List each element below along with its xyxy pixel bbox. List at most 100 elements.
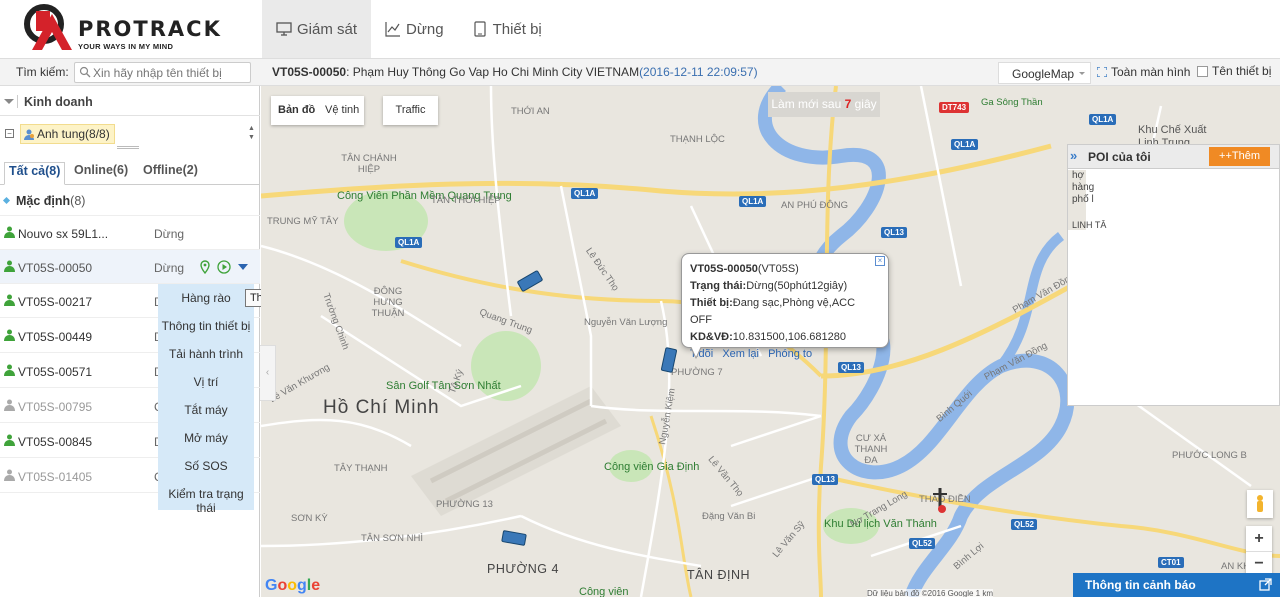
vehicle-status: Dừng <box>154 227 185 241</box>
brand-tagline: YOUR WAYS IN MY MIND <box>78 42 174 51</box>
alert-info-label: Thông tin cảnh báo <box>1085 578 1196 592</box>
group-row[interactable]: − Anh tung(8/8) ▲ ▼ <box>0 122 260 146</box>
dropdown-arrow-icon[interactable] <box>236 260 250 274</box>
alert-info-bar[interactable]: Thông tin cảnh báo <box>1073 573 1280 597</box>
menu-item-engine-off[interactable]: Tắt máy <box>158 403 254 417</box>
map-control-satellite[interactable]: Vệ tinh <box>325 104 359 116</box>
close-icon[interactable]: × <box>875 256 885 266</box>
group-label-wrap[interactable]: Anh tung(8/8) <box>20 124 115 144</box>
device-name-toggle[interactable]: Tên thiết bị <box>1197 64 1271 78</box>
menu-item-download-track[interactable]: Tải hành trình <box>158 347 254 361</box>
poi-panel: » POI của tôi ++Thêm hợ hàng phố l LINH … <box>1067 144 1280 406</box>
nav-monitor[interactable]: Giám sát <box>262 0 372 58</box>
road-shield: QL13 <box>838 362 865 373</box>
road-shield: QL1A <box>951 139 979 150</box>
popup-links: T.dõi Xem lại Phóng to <box>690 346 880 363</box>
tab-online[interactable]: Online(6) <box>70 162 132 185</box>
status-tabs: Tất cả(8) Online(6) Offline(2) <box>0 156 260 185</box>
district-label: CƯ XÁ THANH ĐA <box>854 433 888 466</box>
popup-status-label: Trạng thái: <box>690 280 747 292</box>
popout-icon[interactable] <box>1259 578 1272 591</box>
district-label: TRUNG MỸ TÂY <box>267 216 339 227</box>
station-label: Ga Sông Thần <box>981 97 1043 108</box>
poi-title: POI của tôi <box>1088 150 1151 164</box>
district-label: ĐÔNG HƯNG THUẬN <box>371 286 405 319</box>
search-input[interactable] <box>93 64 248 81</box>
playback-link[interactable]: Xem lại <box>722 348 759 360</box>
device-name-checkbox[interactable] <box>1197 65 1208 77</box>
road-shield: QL1A <box>1089 114 1117 125</box>
collapse-triangle-icon[interactable] <box>4 99 14 109</box>
vehicle-name: VT05S-00845 <box>18 435 93 449</box>
motorbike-marker-icon[interactable] <box>929 486 951 514</box>
popup-tail-inner <box>691 346 701 357</box>
map-peek-label: hợ <box>1072 170 1085 181</box>
search-box[interactable] <box>74 62 251 83</box>
map-peek-label: phố l <box>1072 194 1094 205</box>
road-shield: QL52 <box>909 538 936 549</box>
double-chevron-icon[interactable]: » <box>1070 148 1077 163</box>
poi-header: » POI của tôi ++Thêm <box>1068 145 1279 169</box>
location-pin-icon[interactable] <box>198 260 212 274</box>
popup-device-id: VT05S-00050 <box>690 263 758 275</box>
play-circle-icon[interactable] <box>217 260 231 274</box>
business-label: Kinh doanh <box>24 95 93 109</box>
protrack-logo-icon <box>24 4 72 50</box>
default-group[interactable]: Mặc định(8) <box>0 186 260 216</box>
default-group-name: Mặc định <box>16 194 71 208</box>
menu-item-engine-on[interactable]: Mở máy <box>158 431 254 445</box>
line-chart-icon <box>385 22 401 37</box>
vehicle-name: VT05S-00795 <box>18 400 93 414</box>
district-label: TÂY THẠNH <box>334 463 388 474</box>
park-label: Công viên <box>579 586 629 597</box>
nav-device[interactable]: Thiết bị <box>458 0 556 58</box>
person-online-icon <box>4 260 15 272</box>
menu-item-location[interactable]: Vị trí <box>158 375 254 389</box>
vehicle-name: VT05S-00217 <box>18 295 93 309</box>
street-view-pegman[interactable] <box>1247 490 1273 518</box>
toolbar: Tìm kiếm: VT05S-00050: Phạm Huy Thông Go… <box>0 58 1280 86</box>
vehicle-row-selected[interactable]: VT05S-00050 Dừng <box>0 250 260 284</box>
zoom-in-link[interactable]: Phóng to <box>768 348 812 360</box>
device-name-label: Tên thiết bị <box>1212 64 1272 78</box>
main-nav: Giám sát Dừng Thiết bị <box>262 0 556 58</box>
map-type-select[interactable]: GoogleMap <box>998 62 1091 84</box>
menu-item-check-status[interactable]: Kiểm tra trạng thái <box>158 487 254 515</box>
tab-offline[interactable]: Offline(2) <box>139 162 202 185</box>
group-spinner-icon[interactable]: ▲ ▼ <box>248 124 255 142</box>
poi-add-button[interactable]: ++Thêm <box>1209 147 1270 166</box>
fullscreen-button[interactable]: Toàn màn hình <box>1097 65 1190 79</box>
district-label: AN PHÚ ĐÔNG <box>781 200 849 211</box>
resize-grip[interactable] <box>117 146 139 149</box>
map-peek-label: LINH TÂ <box>1072 220 1107 230</box>
group-label: Anh tung(8/8) <box>37 127 110 141</box>
tab-all[interactable]: Tất cả(8) <box>4 162 66 185</box>
district-label: SƠN KỲ <box>291 513 328 524</box>
road-shield: QL1A <box>395 237 423 248</box>
map-attribution: Dữ liệu bản đồ ©2016 Google 1 km <box>867 589 993 597</box>
menu-item-device-info[interactable]: Thông tin thiết bị <box>158 319 254 333</box>
person-offline-icon <box>4 399 15 411</box>
traffic-button[interactable]: Traffic <box>383 96 438 125</box>
sidebar-collapse-handle[interactable]: ‹ <box>260 345 276 401</box>
popup-device-label: Thiết bị: <box>690 297 733 309</box>
zoom-in-button[interactable]: + <box>1246 526 1272 552</box>
divider <box>17 95 18 108</box>
vehicle-name: Nouvo sx 59L1... <box>18 227 109 241</box>
nav-stop[interactable]: Dừng <box>371 0 458 58</box>
vehicle-row[interactable]: Nouvo sx 59L1... Dừng <box>0 216 260 250</box>
road-shield: CT01 <box>1158 557 1184 568</box>
menu-item-sos-number[interactable]: Số SOS <box>158 459 254 473</box>
google-logo: Google <box>265 577 321 594</box>
app-logo[interactable]: PROTRACK YOUR WAYS IN MY MIND <box>20 2 240 56</box>
fullscreen-label: Toàn màn hình <box>1111 65 1191 79</box>
group-dot-icon <box>2 196 11 205</box>
vehicle-status: Dừng <box>154 261 185 275</box>
map-control-roadmap[interactable]: Bản đồ <box>278 104 315 116</box>
default-group-count: (8) <box>70 194 86 208</box>
road-label: Nguyễn Văn Lượng <box>584 317 668 328</box>
business-header[interactable]: Kinh doanh <box>0 86 260 116</box>
tree-collapse-icon[interactable]: − <box>5 129 14 138</box>
popup-status-value: Dừng(50phút12giây) <box>746 280 848 292</box>
menu-item-geofence[interactable]: Hàng rào <box>158 291 254 305</box>
